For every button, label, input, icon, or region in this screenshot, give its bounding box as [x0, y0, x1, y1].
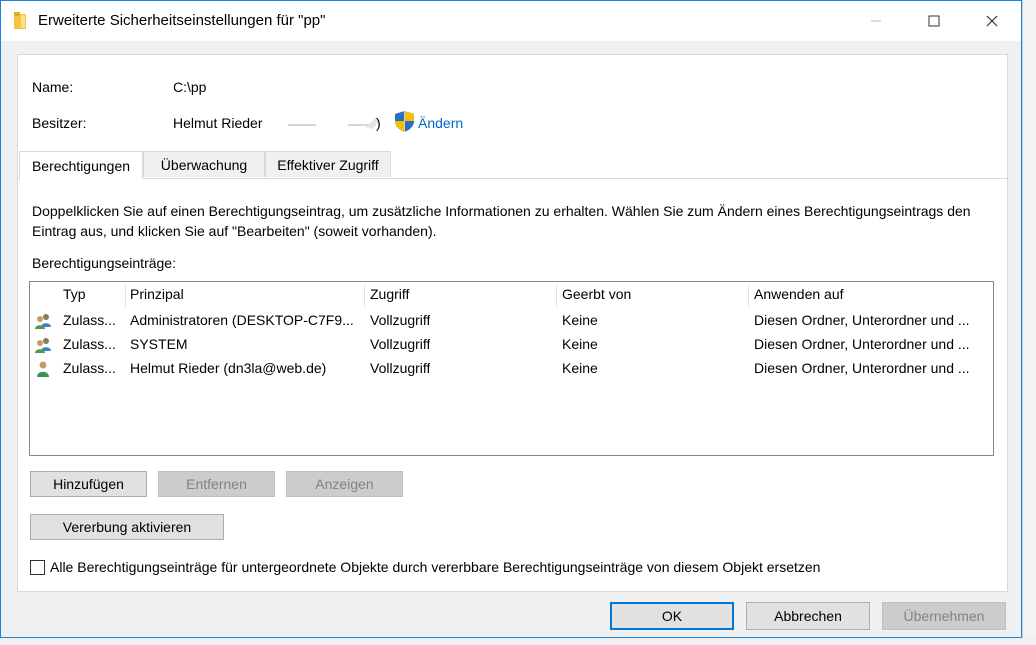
- row-inherited-from: Keine: [562, 312, 598, 328]
- table-row[interactable]: Zulass... Administratoren (DESKTOP-C7F9.…: [30, 309, 993, 333]
- tab-auditing[interactable]: Überwachung: [143, 151, 265, 177]
- ok-button[interactable]: OK: [610, 602, 734, 630]
- permission-entries-list[interactable]: Typ Prinzipal Zugriff Geerbt von Anwende…: [29, 281, 994, 456]
- row-type: Zulass...: [63, 360, 116, 376]
- uac-shield-icon: [395, 111, 414, 132]
- tab-effective-access[interactable]: Effektiver Zugriff: [265, 151, 391, 177]
- security-dialog: Erweiterte Sicherheitseinstellungen für …: [0, 0, 1022, 638]
- table-row[interactable]: Zulass... SYSTEM Vollzugriff Keine Diese…: [30, 333, 993, 357]
- minimize-button[interactable]: [847, 1, 905, 41]
- row-type: Zulass...: [63, 312, 116, 328]
- column-separator[interactable]: [748, 284, 749, 308]
- owner-closing-paren: ): [376, 115, 381, 131]
- enable-inheritance-button[interactable]: Vererbung aktivieren: [30, 514, 224, 540]
- replace-child-permissions-checkbox[interactable]: [30, 560, 45, 575]
- content-panel: Name: C:\pp Besitzer: Helmut Rieder ) Än…: [17, 54, 1008, 592]
- minimize-icon: [871, 20, 881, 22]
- window-title: Erweiterte Sicherheitseinstellungen für …: [38, 12, 326, 29]
- row-applies-to: Diesen Ordner, Unterordner und ...: [754, 312, 970, 328]
- maximize-button[interactable]: [905, 1, 963, 41]
- row-principal: SYSTEM: [130, 336, 188, 352]
- column-header-principal[interactable]: Prinzipal: [130, 286, 184, 308]
- name-label: Name:: [32, 79, 74, 95]
- background-window-bottom: [0, 638, 1036, 645]
- remove-button[interactable]: Entfernen: [158, 471, 275, 497]
- column-header-applies-to[interactable]: Anwenden auf: [754, 286, 844, 308]
- folder-icon: [14, 12, 26, 29]
- title-bar[interactable]: Erweiterte Sicherheitseinstellungen für …: [1, 1, 1021, 41]
- user-group-icon: [35, 338, 51, 353]
- row-access: Vollzugriff: [370, 312, 431, 328]
- column-separator[interactable]: [125, 284, 126, 308]
- apply-button[interactable]: Übernehmen: [882, 602, 1006, 630]
- background-window-edge: [1022, 0, 1036, 645]
- permission-entries-label: Berechtigungseinträge:: [32, 255, 176, 271]
- table-row[interactable]: Zulass... Helmut Rieder (dn3la@web.de) V…: [30, 357, 993, 381]
- add-button[interactable]: Hinzufügen: [30, 471, 147, 497]
- owner-label: Besitzer:: [32, 115, 87, 131]
- row-principal: Administratoren (DESKTOP-C7F9...: [130, 312, 354, 328]
- change-owner-link[interactable]: Ändern: [418, 115, 463, 131]
- column-header-access[interactable]: Zugriff: [370, 286, 409, 308]
- column-header-inherited-from[interactable]: Geerbt von: [562, 286, 631, 308]
- permissions-description: Doppelklicken Sie auf einen Berechtigung…: [32, 203, 971, 239]
- replace-child-permissions-label[interactable]: Alle Berechtigungseinträge für untergeor…: [50, 559, 820, 575]
- row-inherited-from: Keine: [562, 336, 598, 352]
- user-group-icon: [35, 314, 51, 329]
- column-separator[interactable]: [364, 284, 365, 308]
- user-icon: [37, 361, 49, 377]
- cancel-button[interactable]: Abbrechen: [746, 602, 870, 630]
- close-button[interactable]: [963, 1, 1021, 41]
- owner-value: Helmut Rieder: [173, 115, 263, 131]
- row-inherited-from: Keine: [562, 360, 598, 376]
- maximize-icon: [928, 15, 940, 27]
- name-value: C:\pp: [173, 79, 207, 95]
- row-access: Vollzugriff: [370, 360, 431, 376]
- tab-permissions[interactable]: Berechtigungen: [19, 151, 143, 179]
- tab-strip: Berechtigungen Überwachung Effektiver Zu…: [18, 151, 1007, 179]
- row-access: Vollzugriff: [370, 336, 431, 352]
- redacted-region: [288, 117, 380, 129]
- column-separator[interactable]: [556, 284, 557, 308]
- row-type: Zulass...: [63, 336, 116, 352]
- row-principal: Helmut Rieder (dn3la@web.de): [130, 360, 327, 376]
- row-applies-to: Diesen Ordner, Unterordner und ...: [754, 360, 970, 376]
- close-icon: [986, 15, 998, 27]
- column-header-type[interactable]: Typ: [63, 286, 86, 308]
- row-applies-to: Diesen Ordner, Unterordner und ...: [754, 336, 970, 352]
- view-button[interactable]: Anzeigen: [286, 471, 403, 497]
